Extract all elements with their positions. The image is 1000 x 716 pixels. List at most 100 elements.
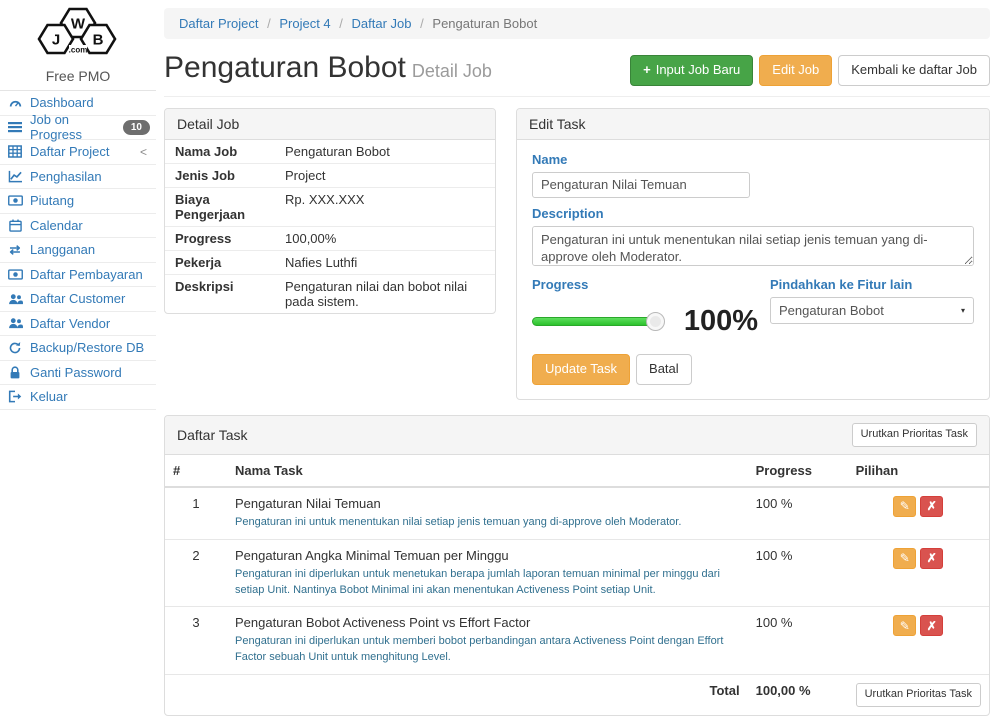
sidebar-nav: Dashboard Job on Progress 10 Daftar Proj…: [0, 90, 156, 410]
task-description: Pengaturan ini untuk menentukan nilai se…: [235, 515, 740, 531]
daftar-task-panel-title: Daftar Task: [177, 427, 248, 443]
panels-row: Detail Job Nama Job Pengaturan Bobot Jen…: [164, 108, 990, 400]
svg-text:W: W: [71, 16, 86, 33]
total-label: Total: [227, 675, 748, 715]
edit-job-button[interactable]: Edit Job: [759, 55, 832, 86]
edit-task-panel-title: Edit Task: [517, 109, 989, 140]
column-header-num: #: [165, 455, 227, 487]
task-name-input[interactable]: [532, 172, 750, 198]
breadcrumb-separator: /: [267, 16, 271, 31]
edit-task-button[interactable]: ✎: [893, 615, 916, 636]
x-icon: ✗: [927, 500, 937, 512]
progress-move-row: Progress 100% Pindahkan ke Fitur lain Pe…: [532, 269, 974, 338]
detail-job-panel-title: Detail Job: [165, 109, 495, 140]
pencil-icon: ✎: [900, 500, 910, 512]
edit-task-form: Name Description Pengaturan ini untuk me…: [517, 140, 989, 399]
delete-task-button[interactable]: ✗: [920, 615, 943, 636]
urutkan-prioritas-task-button-bottom[interactable]: Urutkan Prioritas Task: [856, 683, 981, 707]
move-column: Pindahkan ke Fitur lain Pengaturan Bobot…: [758, 269, 974, 338]
svg-text:J: J: [52, 32, 60, 49]
table-row: 2 Pengaturan Angka Minimal Temuan per Mi…: [165, 539, 989, 607]
money-icon: [7, 195, 23, 206]
sidebar-item-label: Daftar Vendor: [30, 316, 110, 331]
sign-out-icon: [7, 390, 23, 403]
task-num: 2: [165, 539, 227, 607]
sidebar-item-keluar[interactable]: Keluar: [0, 385, 156, 410]
column-header-pilihan: Pilihan: [848, 455, 989, 487]
progress-slider-handle[interactable]: [646, 312, 665, 331]
dashboard-icon: [7, 96, 23, 110]
chevron-left-icon: <: [140, 145, 150, 159]
svg-text:B: B: [93, 32, 104, 49]
task-description: Pengaturan ini diperlukan untuk memberi …: [235, 634, 740, 666]
sidebar-item-backup-restore-db[interactable]: Backup/Restore DB: [0, 336, 156, 361]
main-content: Daftar Project / Project 4 / Daftar Job …: [164, 0, 990, 716]
progress-slider-row: 100%: [532, 305, 758, 338]
progress-slider[interactable]: [532, 317, 656, 326]
breadcrumb-current: Pengaturan Bobot: [432, 16, 537, 31]
sidebar-item-label: Daftar Customer: [30, 291, 125, 306]
sidebar-item-ganti-password[interactable]: Ganti Password: [0, 361, 156, 386]
edit-task-button[interactable]: ✎: [893, 496, 916, 517]
move-feature-label: Pindahkan ke Fitur lain: [770, 277, 974, 292]
update-task-button[interactable]: Update Task: [532, 354, 630, 385]
task-table-header-row: # Nama Task Progress Pilihan: [165, 455, 989, 487]
sidebar-item-daftar-project[interactable]: Daftar Project <: [0, 140, 156, 165]
breadcrumb-project-4[interactable]: Project 4: [279, 16, 330, 31]
task-name: Pengaturan Angka Minimal Temuan per Ming…: [235, 548, 740, 563]
breadcrumb-daftar-project[interactable]: Daftar Project: [179, 16, 258, 31]
list-icon: [7, 121, 23, 133]
task-num: 3: [165, 607, 227, 675]
x-icon: ✗: [927, 552, 937, 564]
sidebar-item-job-on-progress[interactable]: Job on Progress 10: [0, 116, 156, 141]
detail-row-deskripsi: Deskripsi Pengaturan nilai dan bobot nil…: [165, 275, 495, 313]
urutkan-prioritas-task-button-top[interactable]: Urutkan Prioritas Task: [852, 423, 977, 447]
table-row: 3 Pengaturan Bobot Activeness Point vs E…: [165, 607, 989, 675]
sidebar-item-label: Langganan: [30, 242, 95, 257]
page-subtitle: Detail Job: [412, 61, 492, 81]
column-header-progress: Progress: [748, 455, 848, 487]
plus-icon: +: [643, 61, 651, 80]
sidebar-item-langganan[interactable]: ⇄ Langganan: [0, 238, 156, 263]
kembali-ke-daftar-job-button[interactable]: Kembali ke daftar Job: [838, 55, 990, 86]
task-progress: 100 %: [748, 487, 848, 539]
delete-task-button[interactable]: ✗: [920, 548, 943, 569]
page-header: Pengaturan BobotDetail Job + Input Job B…: [164, 47, 990, 97]
edit-task-panel: Edit Task Name Description Pengaturan in…: [516, 108, 990, 400]
refresh-icon: [7, 341, 23, 355]
retweet-icon: ⇄: [7, 243, 23, 256]
edit-task-button[interactable]: ✎: [893, 548, 916, 569]
task-table: # Nama Task Progress Pilihan 1 Pengatura…: [165, 455, 989, 716]
sidebar-item-piutang[interactable]: Piutang: [0, 189, 156, 214]
task-actions-cell: ✎ ✗: [848, 607, 989, 675]
task-progress: 100 %: [748, 607, 848, 675]
brand-name: Free PMO: [0, 68, 156, 84]
sidebar-item-label: Job on Progress: [30, 112, 116, 142]
progress-label: Progress: [532, 277, 758, 292]
task-description-textarea[interactable]: Pengaturan ini untuk menentukan nilai se…: [532, 226, 974, 266]
sidebar-item-label: Calendar: [30, 218, 83, 233]
task-num: 1: [165, 487, 227, 539]
job-count-badge: 10: [123, 120, 150, 135]
progress-percent-value: 100%: [684, 305, 758, 338]
pencil-icon: ✎: [900, 552, 910, 564]
batal-button[interactable]: Batal: [636, 354, 692, 385]
sidebar-item-calendar[interactable]: Calendar: [0, 214, 156, 239]
sidebar-item-daftar-vendor[interactable]: Daftar Vendor: [0, 312, 156, 337]
move-feature-select[interactable]: Pengaturan Bobot ▾: [770, 297, 974, 324]
delete-task-button[interactable]: ✗: [920, 496, 943, 517]
select-dropdown-arrow-icon: ▾: [961, 306, 965, 315]
sidebar: W J B .com Free PMO Dashboard Job on Pro…: [0, 0, 156, 578]
logo-box[interactable]: W J B .com Free PMO: [0, 0, 156, 90]
sidebar-item-penghasilan[interactable]: Penghasilan: [0, 165, 156, 190]
task-description: Pengaturan ini diperlukan untuk menetuka…: [235, 567, 740, 599]
sidebar-item-label: Penghasilan: [30, 169, 102, 184]
progress-column: Progress 100%: [532, 269, 758, 338]
sidebar-item-label: Piutang: [30, 193, 74, 208]
sidebar-item-daftar-pembayaran[interactable]: Daftar Pembayaran: [0, 263, 156, 288]
table-row: 1 Pengaturan Nilai Temuan Pengaturan ini…: [165, 487, 989, 539]
input-job-baru-button[interactable]: + Input Job Baru: [630, 55, 753, 86]
task-actions-cell: ✎ ✗: [848, 539, 989, 607]
sidebar-item-daftar-customer[interactable]: Daftar Customer: [0, 287, 156, 312]
breadcrumb-daftar-job[interactable]: Daftar Job: [352, 16, 412, 31]
